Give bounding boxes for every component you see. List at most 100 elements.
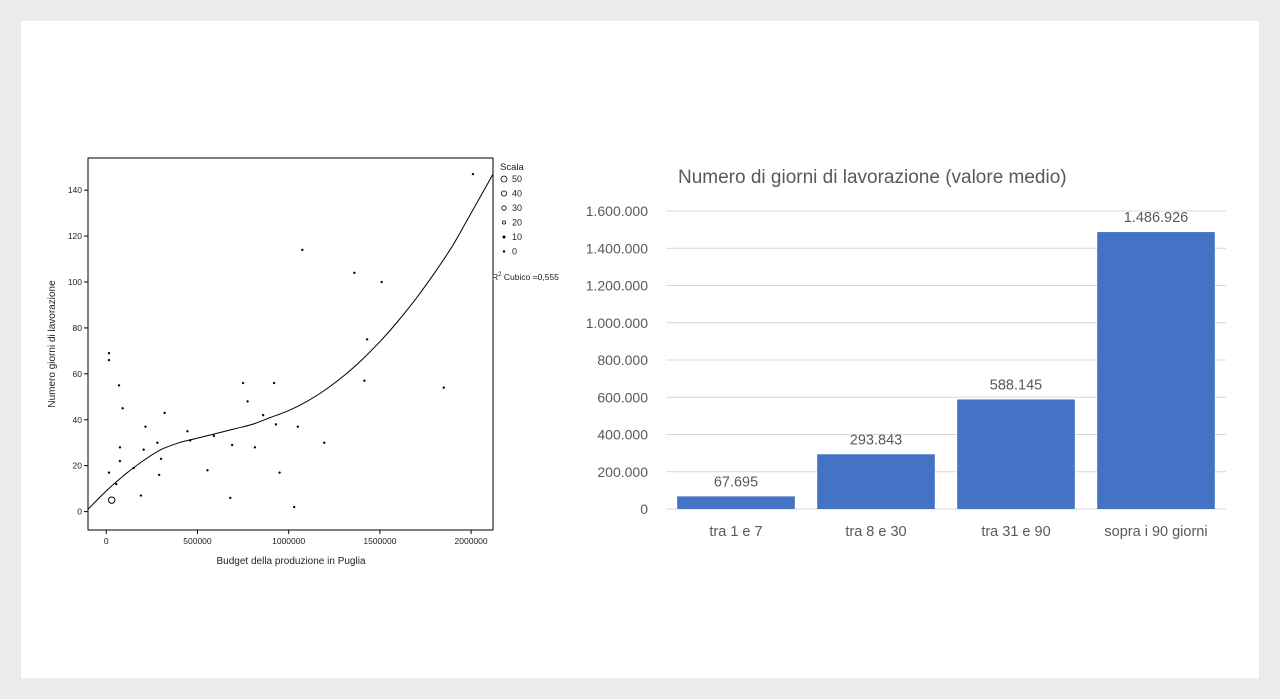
scatter-legend-marker bbox=[501, 220, 506, 225]
cubic-fit-line bbox=[87, 173, 494, 510]
bar-category-label: tra 31 e 90 bbox=[981, 524, 1050, 540]
scatter-point bbox=[380, 280, 383, 284]
scatter-point bbox=[107, 471, 111, 474]
scatter-point bbox=[188, 439, 192, 442]
scatter-y-tick-label: 20 bbox=[73, 461, 83, 471]
bar-category-label: sopra i 90 giorni bbox=[1104, 524, 1207, 540]
scatter-point bbox=[301, 248, 304, 252]
scatter-point bbox=[353, 271, 356, 275]
scatter-point bbox=[157, 473, 161, 477]
scatter-y-tick-label: 100 bbox=[68, 277, 82, 287]
scatter-legend-label: 0 bbox=[512, 247, 517, 257]
scatter-point bbox=[132, 466, 135, 470]
bar-y-tick-label: 1.200.000 bbox=[586, 278, 648, 294]
bar-value-label: 67.695 bbox=[714, 474, 758, 490]
scatter-point bbox=[118, 459, 122, 463]
scatter-legend-title: Scala bbox=[500, 162, 524, 173]
charts-svg: Numero giorni di lavorazione Budget dell… bbox=[47, 157, 1226, 567]
scatter-axes: 0 20 40 60 80 100 120 140 0 500000 1000000 1500000 2… bbox=[68, 185, 488, 546]
scatter-point bbox=[107, 351, 111, 355]
scatter-point bbox=[246, 400, 249, 403]
scatter-legend-marker bbox=[500, 175, 508, 183]
scatter-point bbox=[163, 411, 166, 415]
scatter-x-tick-label: 1500000 bbox=[363, 536, 396, 546]
bar-y-tick-label: 600.000 bbox=[597, 389, 648, 405]
scatter-point bbox=[274, 423, 278, 426]
scatter-legend-label: 40 bbox=[512, 189, 522, 199]
bar-y-tick-label: 400.000 bbox=[597, 427, 648, 443]
bar-value-label: 293.843 bbox=[850, 432, 902, 448]
scatter-points bbox=[107, 172, 475, 509]
bar-y-tick-label: 1.000.000 bbox=[586, 315, 648, 331]
scatter-legend-marker bbox=[502, 235, 506, 239]
scatter-point bbox=[292, 505, 296, 509]
bar bbox=[817, 454, 935, 509]
bar bbox=[677, 496, 795, 509]
scatter-point bbox=[261, 413, 265, 417]
scatter-legend-marker bbox=[500, 190, 507, 197]
r-squared-annotation: R2 Cubico =0,555 bbox=[492, 272, 559, 282]
bar-y-tick-labels: 0 200.000 400.000 600.000 800.000 1.000.000 1.… bbox=[586, 203, 649, 517]
scatter-x-tick-label: 2000000 bbox=[455, 536, 488, 546]
scatter-point bbox=[323, 441, 326, 444]
scatter-y-tick-label: 40 bbox=[73, 415, 83, 425]
scatter-point bbox=[363, 379, 366, 382]
scatter-point bbox=[230, 443, 234, 447]
scatter-plot: Numero giorni di lavorazione Budget dell… bbox=[47, 157, 559, 567]
scatter-legend-marker bbox=[502, 250, 506, 253]
bar-category-label: tra 1 e 7 bbox=[709, 524, 762, 540]
scatter-point bbox=[241, 381, 245, 385]
scatter-point bbox=[121, 407, 124, 410]
scatter-x-tick-label: 0 bbox=[104, 536, 109, 546]
bar-chart-title: Numero di giorni di lavorazione (valore … bbox=[678, 167, 1067, 188]
bar bbox=[1097, 232, 1215, 509]
scatter-point bbox=[365, 338, 369, 341]
bar-category-label: tra 8 e 30 bbox=[845, 524, 906, 540]
scatter-y-tick-label: 120 bbox=[68, 231, 82, 241]
scatter-point bbox=[229, 496, 232, 500]
slide-canvas: Numero giorni di lavorazione Budget dell… bbox=[21, 21, 1259, 678]
scatter-plot-frame bbox=[87, 157, 494, 531]
scatter-point bbox=[115, 482, 118, 486]
scatter-point bbox=[471, 172, 475, 176]
bar-category-labels: tra 1 e 7 tra 8 e 30 tra 31 e 90 sopra i 90… bbox=[709, 524, 1207, 540]
scatter-y-tick-label: 60 bbox=[73, 369, 83, 379]
scatter-x-tick-label: 500000 bbox=[183, 536, 212, 546]
scatter-y-tick-label: 80 bbox=[73, 323, 83, 333]
bar-value-label: 588.145 bbox=[990, 377, 1042, 393]
scatter-point bbox=[108, 496, 116, 504]
bar-y-tick-label: 0 bbox=[640, 501, 648, 517]
scatter-legend-marker bbox=[501, 205, 507, 211]
scatter-point bbox=[278, 471, 281, 474]
scatter-point bbox=[272, 381, 276, 385]
r-squared-value: Cubico =0,555 bbox=[501, 272, 559, 282]
scatter-point bbox=[442, 386, 445, 389]
scatter-point bbox=[206, 469, 209, 472]
scatter-point bbox=[118, 446, 122, 449]
scatter-point bbox=[144, 425, 147, 428]
scatter-x-axis-label: Budget della produzione in Puglia bbox=[217, 556, 366, 567]
bar-y-tick-label: 1.600.000 bbox=[586, 203, 648, 219]
scatter-legend-label: 10 bbox=[512, 232, 522, 242]
scatter-point bbox=[107, 358, 111, 362]
scatter-legend-label: 20 bbox=[512, 218, 522, 228]
scatter-point bbox=[296, 425, 299, 428]
scatter-point bbox=[253, 446, 257, 449]
bar-y-tick-label: 200.000 bbox=[597, 464, 648, 480]
scatter-y-tick-label: 140 bbox=[68, 185, 82, 195]
scatter-point bbox=[117, 384, 121, 387]
scatter-legend-label: 30 bbox=[512, 203, 522, 213]
bar-rects bbox=[677, 232, 1215, 509]
scatter-point bbox=[142, 448, 145, 451]
scatter-point bbox=[186, 430, 189, 433]
scatter-legend-label: 50 bbox=[512, 174, 522, 184]
bar-value-label: 1.486.926 bbox=[1124, 210, 1189, 226]
bar-chart: Numero di giorni di lavorazione (valore … bbox=[586, 167, 1226, 540]
scatter-point bbox=[139, 494, 143, 497]
scatter-point bbox=[156, 441, 159, 444]
scatter-legend: Scala 50 40 30 20 10 0 bbox=[500, 162, 524, 257]
scatter-point bbox=[159, 457, 163, 461]
scatter-x-tick-label: 1000000 bbox=[272, 536, 305, 546]
scatter-point bbox=[212, 434, 216, 438]
scatter-y-tick-label: 0 bbox=[77, 507, 82, 517]
